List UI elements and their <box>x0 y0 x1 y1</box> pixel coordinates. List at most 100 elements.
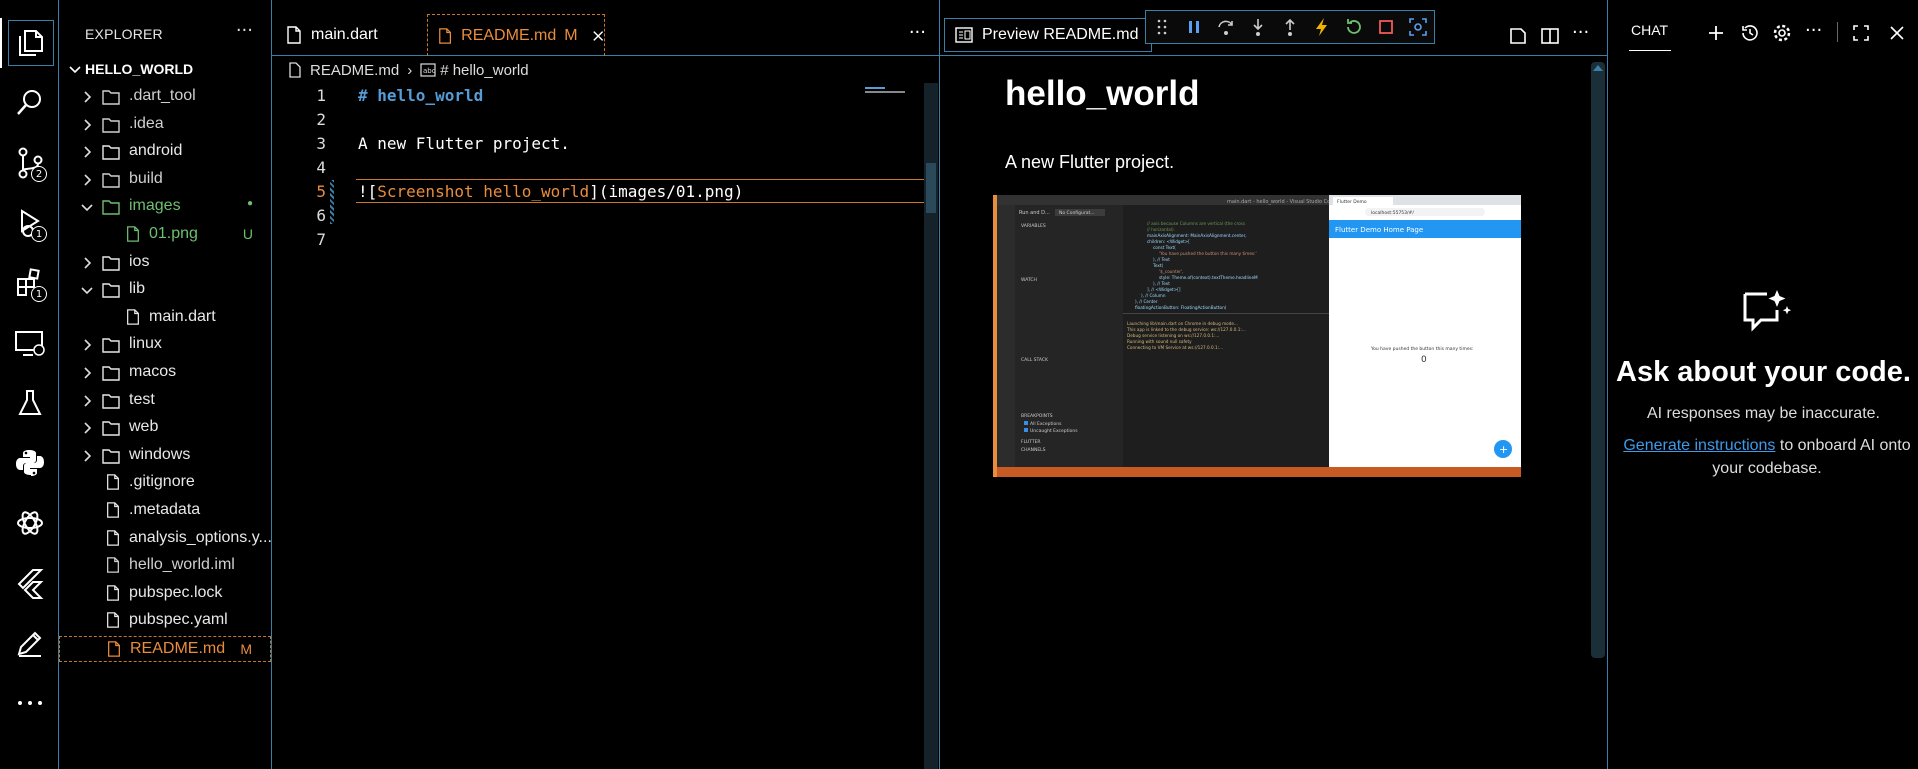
file-icon <box>107 557 119 573</box>
chat-tab[interactable]: CHAT <box>1631 22 1668 38</box>
chevron-right-icon[interactable] <box>81 339 93 351</box>
history-icon[interactable] <box>1740 23 1760 43</box>
tree-folder[interactable]: web <box>59 415 271 441</box>
split-editor-icon[interactable] <box>1540 26 1560 46</box>
files-icon <box>18 30 43 56</box>
screenshot-run-label: Run and D... <box>1019 210 1050 216</box>
debug-stop-button[interactable] <box>1370 11 1402 43</box>
svg-text:This app is linked to the debu: This app is linked to the debug service:… <box>1126 327 1246 332</box>
code-line-paragraph: A new Flutter project. <box>358 134 570 153</box>
tree-file[interactable]: .gitignore <box>59 470 271 496</box>
svg-text:], // <Widget>[]: ], // <Widget>[] <box>1147 287 1181 292</box>
tree-folder[interactable]: ios <box>59 250 271 276</box>
tree-folder[interactable]: build <box>59 167 271 193</box>
chevron-right-icon[interactable] <box>81 91 93 103</box>
generate-instructions-link[interactable]: Generate instructions <box>1623 437 1775 454</box>
screenshot-counter-text: You have pushed the button this many tim… <box>1370 346 1473 352</box>
tree-file[interactable]: pubspec.lock <box>59 581 271 607</box>
editor-group: main.dart README.md M ··· README.md › ab… <box>272 0 940 769</box>
tree-folder[interactable]: test <box>59 388 271 414</box>
tree-file[interactable]: analysis_options.y... <box>59 526 271 552</box>
chevron-right-icon[interactable] <box>81 395 93 407</box>
run-debug-activity[interactable]: 1 <box>0 198 59 248</box>
debug-step-into-button[interactable] <box>1242 11 1274 43</box>
tree-folder[interactable]: .idea <box>59 112 271 138</box>
flask-icon <box>17 390 42 415</box>
svg-text:floatingActionButton: Floating: floatingActionButton: FloatingActionButt… <box>1135 305 1227 310</box>
tree-folder[interactable]: lib <box>59 277 271 303</box>
code-editor[interactable]: 1 # hello_world 2 3 A new Flutter projec… <box>272 83 940 769</box>
more-activity[interactable] <box>0 678 59 728</box>
chevron-right-icon[interactable] <box>81 450 93 462</box>
close-icon[interactable] <box>592 29 604 43</box>
symbol-string-icon: abc <box>420 63 436 77</box>
tree-folder[interactable]: windows <box>59 443 271 469</box>
debug-drag-handle[interactable] <box>1146 11 1178 43</box>
source-control-activity[interactable]: 2 <box>0 138 59 188</box>
explorer-activity[interactable] <box>0 18 59 68</box>
preview-more-icon[interactable]: ··· <box>1572 22 1589 43</box>
scroll-up-arrow-icon[interactable] <box>1592 64 1604 72</box>
chevron-right-icon[interactable] <box>81 367 93 379</box>
chevron-right-icon[interactable] <box>81 146 93 158</box>
tree-folder[interactable]: macos <box>59 360 271 386</box>
editor-scrollbar-thumb[interactable] <box>926 163 936 213</box>
maximize-icon[interactable] <box>1852 24 1870 42</box>
search-icon <box>16 90 41 115</box>
tree-file[interactable]: .metadata <box>59 498 271 524</box>
debug-restart-button[interactable] <box>1338 11 1370 43</box>
chevron-right-icon[interactable] <box>81 257 93 269</box>
workspace-root[interactable]: HELLO_WORLD <box>59 58 271 80</box>
svg-text:'$_counter',: '$_counter', <box>1159 269 1184 274</box>
tree-file[interactable]: hello_world.iml <box>59 553 271 579</box>
testing-activity[interactable] <box>0 378 59 428</box>
tree-file[interactable]: 01.png U <box>59 222 271 248</box>
edit-activity[interactable] <box>0 618 59 668</box>
explorer-more-icon[interactable]: ··· <box>236 20 253 41</box>
debug-pause-button[interactable] <box>1178 11 1210 43</box>
tree-folder[interactable]: android <box>59 139 271 165</box>
editor-actions-more-icon[interactable]: ··· <box>909 22 926 43</box>
extensions-activity[interactable]: 1 <box>0 258 59 308</box>
tree-file[interactable]: main.dart <box>59 305 271 331</box>
tab-preview-readme[interactable]: Preview README.md <box>944 18 1152 52</box>
debug-step-over-button[interactable] <box>1210 11 1242 43</box>
breadcrumb-file[interactable]: README.md <box>310 62 399 79</box>
python-activity[interactable] <box>0 438 59 488</box>
close-icon[interactable] <box>1889 25 1905 41</box>
chevron-down-icon[interactable] <box>81 201 93 213</box>
chat-more-icon[interactable]: ··· <box>1805 20 1822 41</box>
tree-folder[interactable]: images ● <box>59 194 271 220</box>
screenshot-content: main.dart - hello_world - Visual Studio … <box>997 195 1521 477</box>
tree-file[interactable]: README.md M <box>59 636 271 662</box>
tab-main-dart[interactable]: main.dart <box>272 14 419 56</box>
folder-icon <box>102 173 120 188</box>
search-activity[interactable] <box>0 78 59 128</box>
debug-hot-reload-button[interactable] <box>1306 11 1338 43</box>
debug-toolbar <box>1145 10 1435 44</box>
tree-folder[interactable]: linux <box>59 332 271 358</box>
chevron-right-icon[interactable] <box>81 422 93 434</box>
chevron-right-icon[interactable] <box>81 174 93 186</box>
chatgpt-activity[interactable] <box>0 498 59 548</box>
svg-text:CALL STACK: CALL STACK <box>1021 357 1049 363</box>
tab-readme[interactable]: README.md M <box>427 14 605 56</box>
file-icon <box>127 309 139 325</box>
editor-scrollbar[interactable] <box>924 83 938 769</box>
minimap[interactable] <box>865 87 909 95</box>
open-source-icon[interactable] <box>1508 26 1528 46</box>
debug-inspect-button[interactable] <box>1402 11 1434 43</box>
tree-folder[interactable]: .dart_tool <box>59 84 271 110</box>
folder-icon <box>102 421 120 436</box>
breadcrumb-symbol[interactable]: # hello_world <box>440 62 528 79</box>
flutter-activity[interactable] <box>0 558 59 608</box>
breadcrumb-separator: › <box>407 61 413 79</box>
remote-explorer-activity[interactable] <box>0 318 59 368</box>
tree-file[interactable]: pubspec.yaml <box>59 608 271 634</box>
debug-step-out-button[interactable] <box>1274 11 1306 43</box>
gear-icon[interactable] <box>1772 23 1792 43</box>
new-chat-icon[interactable] <box>1707 24 1725 42</box>
chevron-right-icon[interactable] <box>81 119 93 131</box>
preview-scrollbar[interactable] <box>1591 62 1605 658</box>
chevron-down-icon[interactable] <box>81 284 93 296</box>
